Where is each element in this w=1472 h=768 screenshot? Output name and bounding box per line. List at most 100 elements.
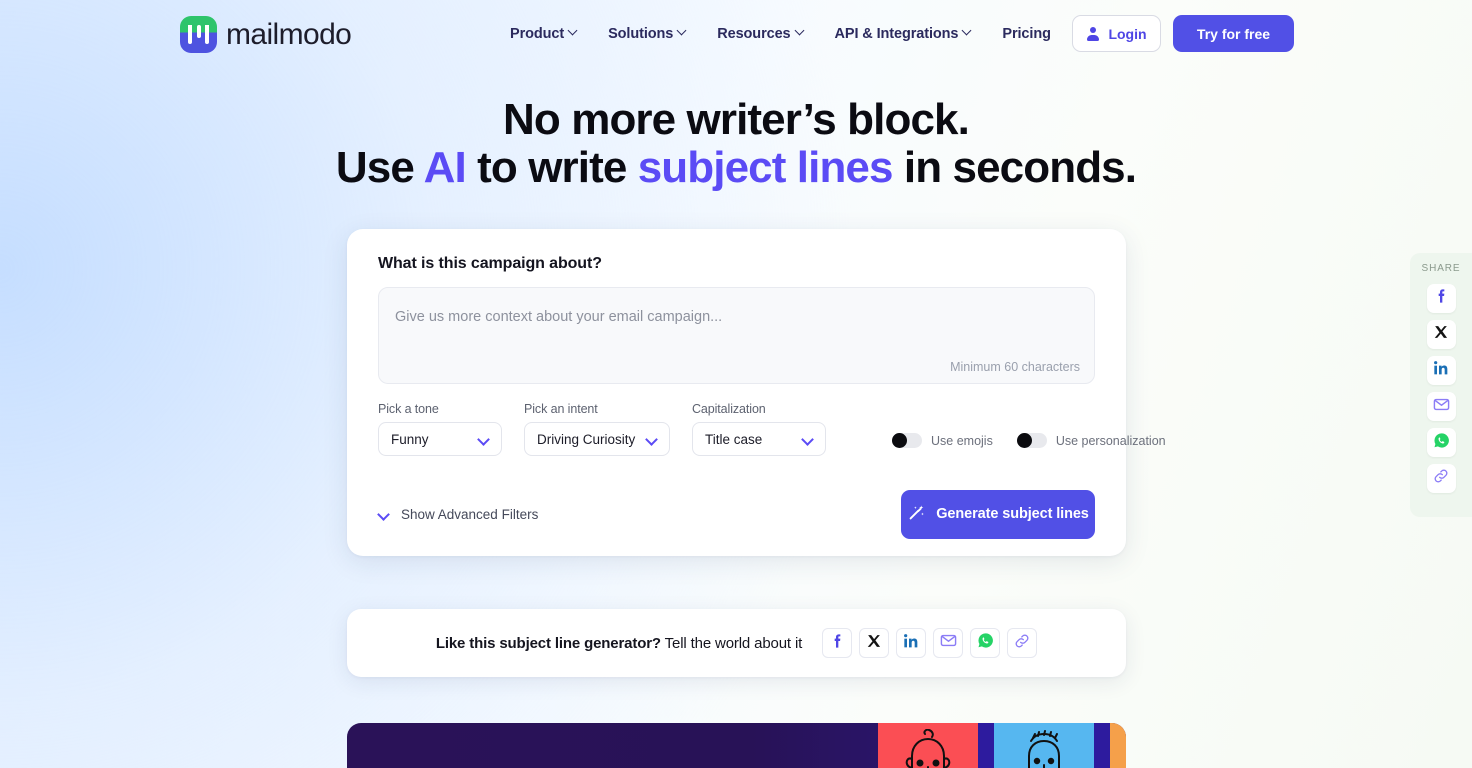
nav-item-product[interactable]: Product <box>510 26 578 42</box>
form-controls-row: Pick a tone Funny Pick an intent Driving… <box>378 402 1166 456</box>
nav-label: Solutions <box>608 25 674 42</box>
tone-field: Pick a tone Funny <box>378 402 502 456</box>
email-icon <box>940 632 957 654</box>
hero-accent-subject-lines: subject lines <box>637 143 894 192</box>
banner-strip-orange <box>1110 723 1126 768</box>
form-footer: Show Advanced Filters Generate subject l… <box>378 472 1095 556</box>
use-personalization-toggle[interactable] <box>1016 433 1047 448</box>
banner-face-illustration-2 <box>994 723 1094 768</box>
main-nav: Product Solutions Resources API & Integr… <box>510 0 1051 67</box>
nav-label: Pricing <box>1002 25 1051 42</box>
magic-wand-icon <box>907 503 926 526</box>
use-personalization-label: Use personalization <box>1055 433 1166 448</box>
mailmodo-logo-icon <box>180 16 217 53</box>
show-advanced-filters-button[interactable]: Show Advanced Filters <box>378 507 538 522</box>
nav-label: Product <box>510 25 565 42</box>
share-x-button[interactable] <box>859 628 890 658</box>
chevron-down-icon <box>479 435 490 443</box>
capitalization-field: Capitalization Title case <box>692 402 826 456</box>
hero-line-1: No more writer’s block. <box>503 95 970 144</box>
capitalization-select[interactable]: Title case <box>692 422 826 456</box>
user-icon <box>1086 27 1099 41</box>
link-icon <box>1014 633 1030 654</box>
nav-item-api-integrations[interactable]: API & Integrations <box>835 26 973 42</box>
rail-linkedin-button[interactable] <box>1426 356 1456 385</box>
rail-facebook-button[interactable] <box>1426 284 1456 313</box>
banner-text-area <box>347 723 878 768</box>
hero-heading: No more writer’s block. Use AI to write … <box>0 96 1472 192</box>
share-button-group <box>822 628 1038 658</box>
intent-label: Pick an intent <box>524 402 598 416</box>
x-twitter-icon <box>1434 325 1448 344</box>
promo-banner[interactable] <box>347 723 1126 768</box>
hero-accent-ai: AI <box>423 143 467 192</box>
login-label: Login <box>1108 25 1147 42</box>
rail-whatsapp-button[interactable] <box>1426 428 1456 457</box>
hero-text-towrite: to write <box>465 143 638 192</box>
generate-subject-lines-button[interactable]: Generate subject lines <box>901 489 1095 539</box>
share-copy-link-button[interactable] <box>1007 628 1038 658</box>
header-actions: Login Try for free <box>1072 15 1294 52</box>
chevron-down-icon <box>803 435 814 443</box>
chevron-down-icon <box>796 27 805 36</box>
chevron-down-icon <box>647 435 658 443</box>
share-whatsapp-button[interactable] <box>970 628 1001 658</box>
banner-face-illustration-1 <box>878 723 978 768</box>
use-emojis-row: Use emojis <box>892 433 993 448</box>
brand-logo[interactable]: mailmodo <box>180 16 352 53</box>
facebook-icon <box>829 633 845 654</box>
use-emojis-label: Use emojis <box>931 433 993 448</box>
rail-x-button[interactable] <box>1426 320 1456 349</box>
login-button[interactable]: Login <box>1072 15 1161 52</box>
linkedin-icon <box>903 633 919 654</box>
share-facebook-button[interactable] <box>822 628 853 658</box>
nav-item-resources[interactable]: Resources <box>717 26 804 42</box>
intent-select[interactable]: Driving Curiosity <box>524 422 670 456</box>
try-for-free-button[interactable]: Try for free <box>1173 15 1294 52</box>
try-label: Try for free <box>1196 25 1271 42</box>
share-prompt-normal: Tell the world about it <box>660 634 803 652</box>
hero-line-2: Use AI to write subject lines in seconds… <box>0 144 1472 192</box>
tone-select[interactable]: Funny <box>378 422 502 456</box>
capitalization-label: Capitalization <box>692 402 766 416</box>
advanced-filters-label: Show Advanced Filters <box>401 506 539 522</box>
banner-strip-indigo <box>978 723 994 768</box>
campaign-context-placeholder: Give us more context about your email ca… <box>395 309 723 325</box>
campaign-context-input[interactable]: Give us more context about your email ca… <box>378 287 1095 384</box>
share-rail: SHARE <box>1410 253 1472 517</box>
nav-item-solutions[interactable]: Solutions <box>608 26 687 42</box>
brand-name: mailmodo <box>226 17 352 51</box>
form-title: What is this campaign about? <box>378 255 602 272</box>
site-header: mailmodo Product Solutions Resources API… <box>0 0 1472 67</box>
share-email-button[interactable] <box>933 628 964 658</box>
use-emojis-toggle[interactable] <box>892 433 922 448</box>
share-prompt-text: Like this subject line generator? Tell t… <box>436 635 802 652</box>
toggle-group: Use emojis Use personalization <box>892 433 1166 456</box>
chevron-down-icon <box>378 510 391 519</box>
rail-copy-link-button[interactable] <box>1426 464 1456 493</box>
rail-email-button[interactable] <box>1426 392 1456 421</box>
tone-label: Pick a tone <box>378 402 439 416</box>
facebook-icon <box>1433 288 1449 309</box>
generate-label: Generate subject lines <box>936 506 1089 522</box>
whatsapp-icon <box>977 632 994 654</box>
linkedin-icon <box>1433 360 1449 381</box>
chevron-down-icon <box>678 27 687 36</box>
nav-label: API & Integrations <box>834 25 959 42</box>
link-icon <box>1433 468 1449 489</box>
nav-label: Resources <box>717 25 791 42</box>
share-rail-title: SHARE <box>1421 263 1461 274</box>
use-personalization-row: Use personalization <box>1016 433 1166 448</box>
banner-strip-indigo-2 <box>1094 723 1110 768</box>
generator-form-card: What is this campaign about? Give us mor… <box>347 229 1166 556</box>
hero-text-inseconds: in seconds. <box>892 143 1137 192</box>
share-prompt-bold: Like this subject line generator? <box>435 634 661 652</box>
email-icon <box>1433 396 1450 418</box>
intent-value: Driving Curiosity <box>537 431 636 447</box>
share-linkedin-button[interactable] <box>896 628 927 658</box>
hero-text-use: Use <box>335 143 424 192</box>
whatsapp-icon <box>1433 432 1450 454</box>
nav-item-pricing[interactable]: Pricing <box>1002 25 1051 42</box>
chevron-down-icon <box>569 27 578 36</box>
chevron-down-icon <box>963 27 972 36</box>
